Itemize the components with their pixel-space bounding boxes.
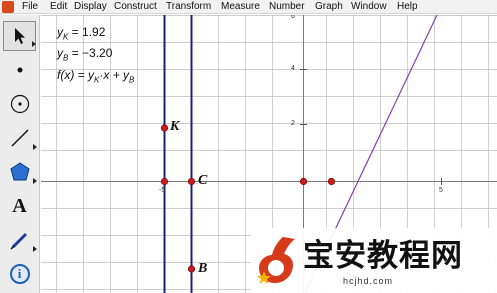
menu-bar: File Edit Display Construct Transform Me… xyxy=(0,0,497,14)
menu-file[interactable]: File xyxy=(22,0,38,14)
point-tool[interactable] xyxy=(3,55,36,85)
tool-menu-arrow-icon[interactable] xyxy=(32,41,36,47)
arrow-select-tool[interactable] xyxy=(3,21,36,51)
y-tick-label-2: 2 xyxy=(291,120,295,127)
watermark-logo-icon xyxy=(257,237,295,284)
y-tick-label-4: 4 xyxy=(291,65,295,72)
information-tool[interactable]: i xyxy=(3,259,36,289)
point-x-intercept-left xyxy=(160,177,169,186)
function-definition[interactable]: f(x) = yK·x + yB xyxy=(57,68,134,84)
tool-menu-arrow-icon[interactable] xyxy=(33,178,37,184)
point-label-K[interactable]: K xyxy=(170,119,179,135)
compass-tool[interactable] xyxy=(3,89,36,119)
tool-menu-arrow-icon[interactable] xyxy=(33,246,37,252)
polygon-icon xyxy=(9,162,30,181)
function-definition-subscript-b: B xyxy=(129,75,135,85)
toolbox: A i xyxy=(0,15,40,293)
x-tick-label-neg5: -5 xyxy=(159,187,166,194)
arrow-icon xyxy=(14,28,25,44)
menu-display[interactable]: Display xyxy=(74,0,107,14)
marker-pen-icon xyxy=(9,232,27,250)
point-origin xyxy=(299,177,308,186)
menu-number[interactable]: Number xyxy=(269,0,305,14)
menu-window[interactable]: Window xyxy=(351,0,387,14)
line-segment-icon xyxy=(11,129,28,147)
tool-menu-arrow-icon[interactable] xyxy=(33,144,37,150)
watermark-url: hcjhd.com xyxy=(343,276,394,286)
marker-tool[interactable] xyxy=(3,225,37,255)
info-icon: i xyxy=(9,264,30,284)
menu-help[interactable]: Help xyxy=(397,0,418,14)
text-a-icon: A xyxy=(12,194,27,217)
measurement-yk[interactable]: yK = 1.92 xyxy=(57,25,105,41)
menu-construct[interactable]: Construct xyxy=(114,0,157,14)
measurement-yb[interactable]: yB = −3.20 xyxy=(57,46,112,62)
menu-measure[interactable]: Measure xyxy=(221,0,260,14)
straightedge-tool[interactable] xyxy=(3,123,37,153)
menu-graph[interactable]: Graph xyxy=(315,0,343,14)
point-B xyxy=(187,265,196,273)
point-C xyxy=(187,177,196,186)
info-glyph: i xyxy=(17,266,22,281)
function-definition-text: f(x) = y xyxy=(57,68,95,82)
measurement-yk-value: = 1.92 xyxy=(68,25,106,39)
point-icon xyxy=(17,67,22,73)
app-icon xyxy=(2,1,14,13)
text-tool[interactable]: A xyxy=(3,191,36,221)
menu-transform[interactable]: Transform xyxy=(166,0,211,14)
point-label-B[interactable]: B xyxy=(198,261,207,277)
point-label-C[interactable]: C xyxy=(198,173,207,189)
point-unit xyxy=(327,177,336,186)
measurement-yb-value: = −3.20 xyxy=(68,46,113,60)
polygon-tool[interactable] xyxy=(3,157,37,187)
y-tick-label-6: 6 xyxy=(291,15,295,20)
menu-edit[interactable]: Edit xyxy=(50,0,67,14)
point-K xyxy=(160,124,169,132)
watermark-overlay: 宝安教程网 hcjhd.com xyxy=(251,228,497,293)
compass-circle-icon xyxy=(10,94,29,114)
watermark-text: 宝安教程网 xyxy=(303,238,463,274)
x-tick-label-5: 5 xyxy=(439,187,443,194)
function-definition-middle: ·x + y xyxy=(99,68,130,82)
